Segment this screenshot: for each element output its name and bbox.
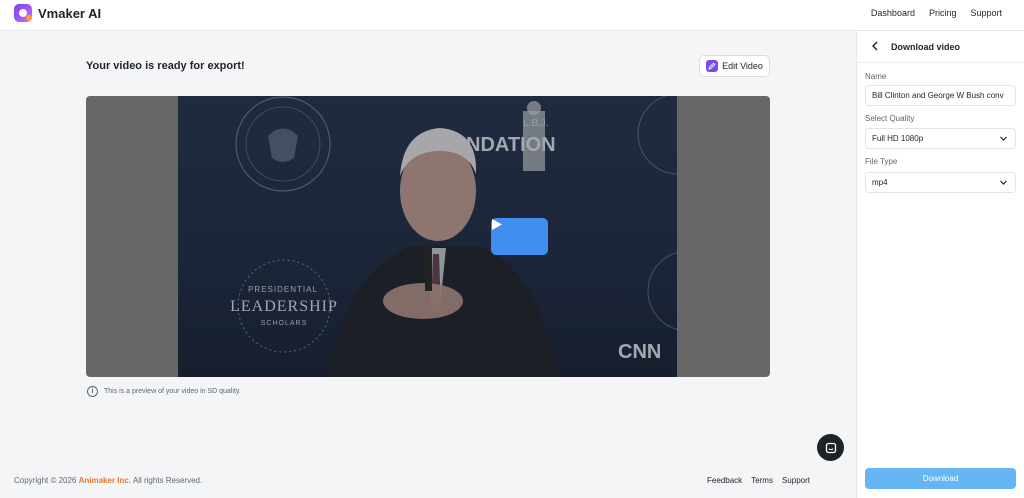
quality-value: Full HD 1080p (872, 134, 924, 143)
name-input[interactable] (872, 91, 1009, 100)
footer-feedback-link[interactable]: Feedback (707, 476, 742, 485)
download-panel: Download video Name Select Quality Full … (856, 31, 1024, 498)
copyright-prefix: Copyright © 2026 (14, 476, 79, 485)
filetype-label: File Type (865, 157, 898, 166)
copyright-suffix: All rights Reserved. (131, 476, 203, 485)
edit-video-button[interactable]: Edit Video (699, 55, 770, 77)
top-nav: Dashboard Pricing Support (871, 8, 1002, 18)
panel-header: Download video (857, 31, 1024, 63)
download-button[interactable]: Download (865, 468, 1016, 489)
copyright-brand-link[interactable]: Animaker Inc. (79, 476, 131, 485)
footer-support-link[interactable]: Support (782, 476, 810, 485)
logo-icon (14, 4, 32, 22)
quality-select[interactable]: Full HD 1080p (865, 128, 1016, 149)
chevron-down-icon (999, 178, 1008, 189)
play-button[interactable] (491, 218, 548, 255)
info-icon: i (87, 386, 98, 397)
back-arrow-icon[interactable] (871, 40, 883, 54)
preview-note: i This is a preview of your video in SD … (87, 386, 241, 397)
filetype-select[interactable]: mp4 (865, 172, 1016, 193)
edit-video-label: Edit Video (722, 61, 763, 71)
name-field[interactable] (865, 85, 1016, 106)
chat-icon (825, 442, 836, 453)
nav-support[interactable]: Support (970, 8, 1002, 18)
copyright: Copyright © 2026 Animaker Inc. All right… (14, 476, 202, 485)
video-player[interactable]: PRESIDENTIAL LEADERSHIP SCHOLARS L.B.J. … (86, 96, 770, 377)
quality-label: Select Quality (865, 114, 915, 123)
footer-links: Feedback Terms Support (707, 476, 810, 485)
preview-note-text: This is a preview of your video in SD qu… (104, 388, 241, 395)
logo[interactable]: Vmaker AI (14, 4, 101, 22)
edit-icon (706, 60, 719, 72)
name-label: Name (865, 72, 887, 81)
nav-pricing[interactable]: Pricing (929, 8, 957, 18)
nav-dashboard[interactable]: Dashboard (871, 8, 915, 18)
logo-text: Vmaker AI (38, 5, 102, 21)
video-thumbnail: PRESIDENTIAL LEADERSHIP SCHOLARS L.B.J. … (178, 96, 677, 377)
footer-terms-link[interactable]: Terms (751, 476, 773, 485)
play-icon (492, 219, 502, 230)
top-bar: Vmaker AI Dashboard Pricing Support (0, 0, 1024, 31)
panel-title: Download video (891, 41, 961, 52)
chat-button[interactable] (817, 434, 844, 461)
main-area: Your video is ready for export! Edit Vid… (0, 31, 856, 498)
filetype-value: mp4 (872, 178, 888, 187)
video-overlay (178, 96, 677, 377)
page-title: Your video is ready for export! (86, 60, 245, 72)
chevron-down-icon (999, 134, 1008, 145)
